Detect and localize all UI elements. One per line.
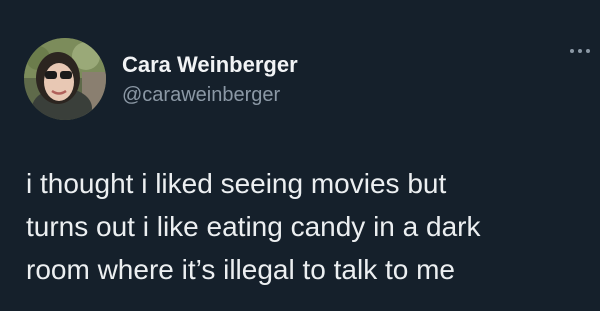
tweet-card: Cara Weinberger @caraweinberger i though… — [0, 0, 600, 311]
tweet-line: room where it’s illegal to talk to me — [26, 254, 455, 285]
author-handle[interactable]: @caraweinberger — [122, 84, 280, 107]
tweet-text: i thought i liked seeing movies but turn… — [26, 162, 586, 291]
avatar-photo — [24, 38, 106, 120]
tweet-line: turns out i like eating candy in a dark — [26, 211, 481, 242]
tweet-line: i thought i liked seeing movies but — [26, 168, 447, 199]
avatar[interactable] — [24, 38, 106, 120]
author-name[interactable]: Cara Weinberger — [122, 52, 298, 78]
more-icon[interactable] — [568, 44, 592, 58]
